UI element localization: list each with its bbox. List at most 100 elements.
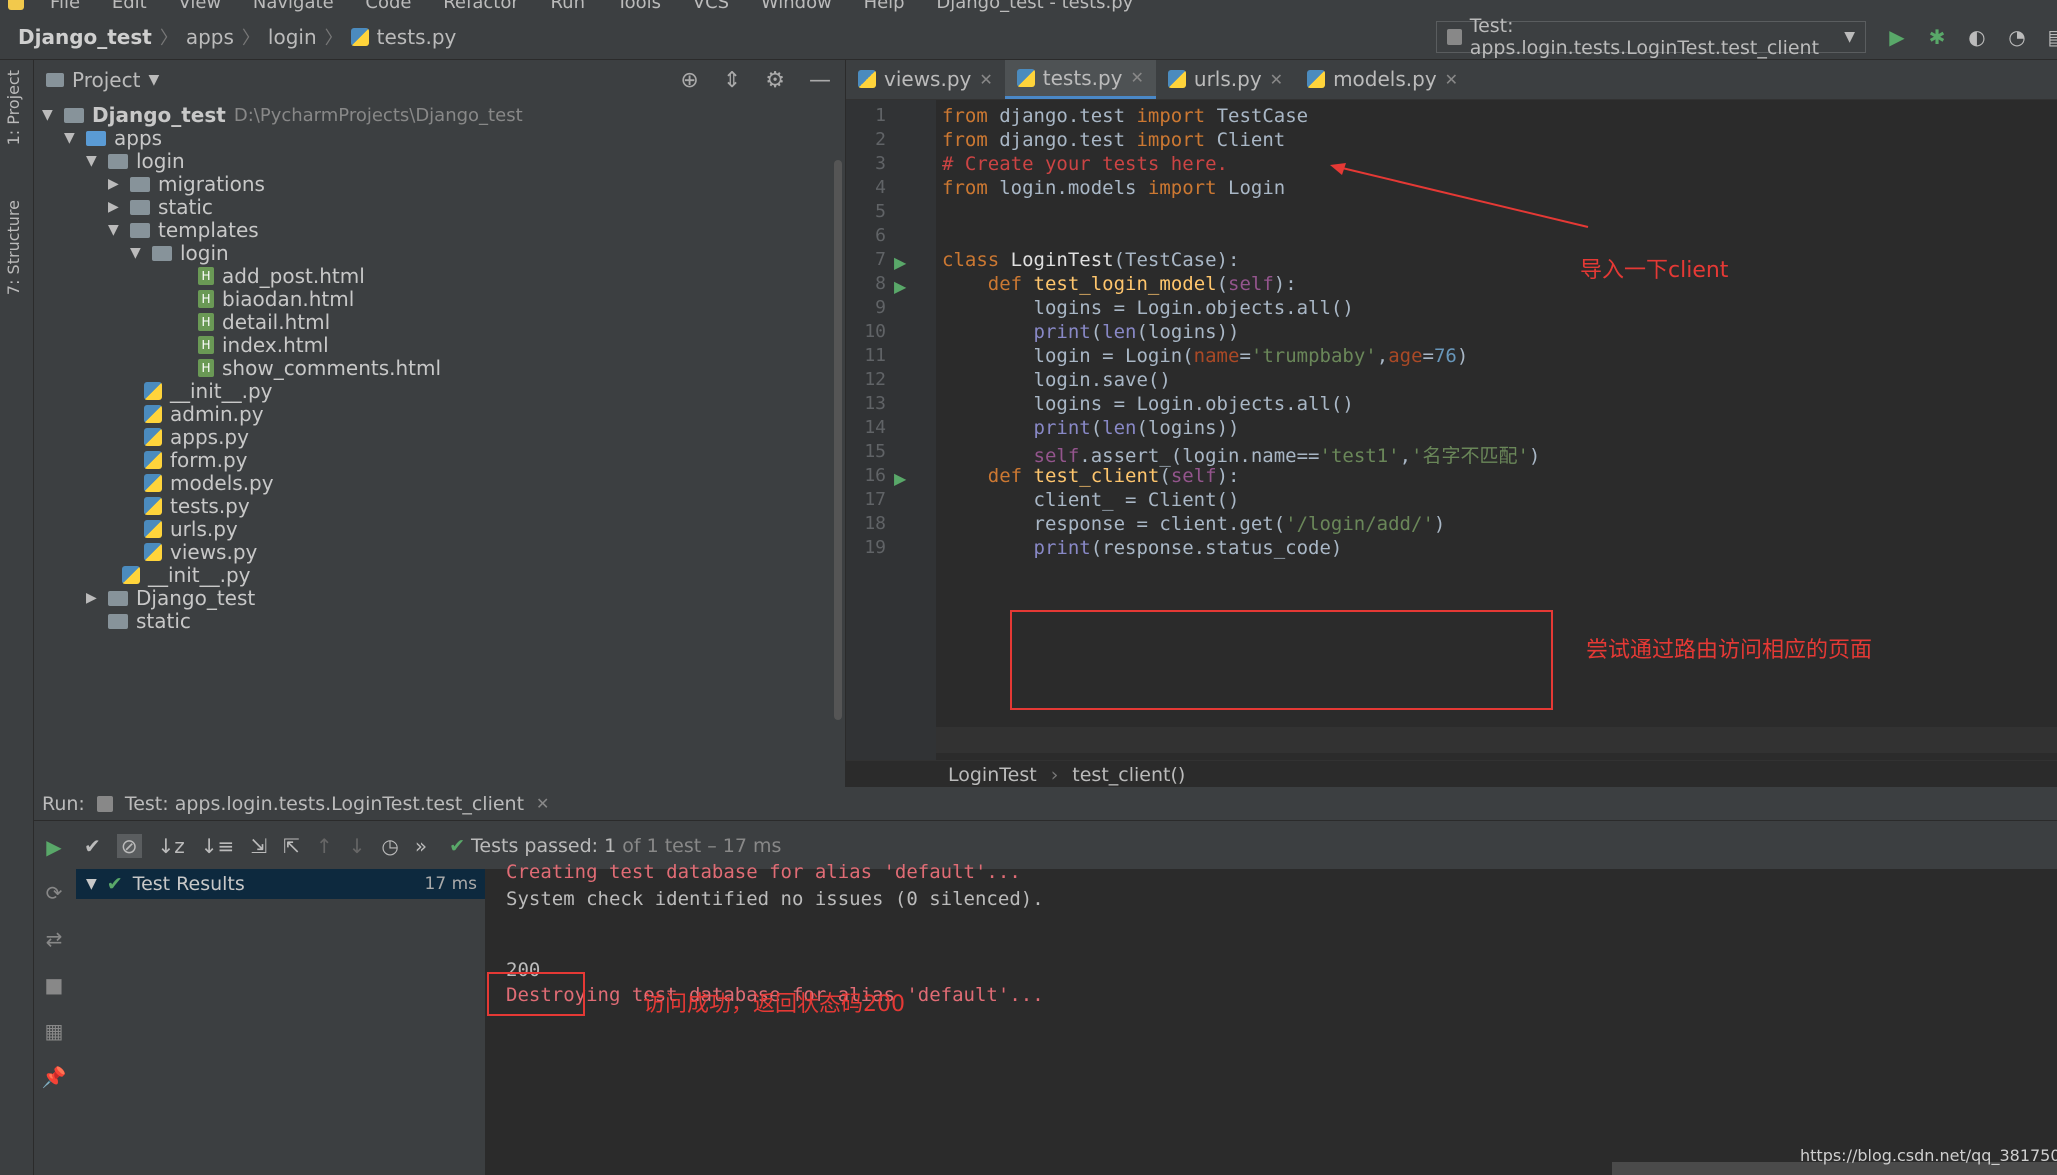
collapse-all-icon[interactable]: ⇱ — [283, 834, 300, 858]
collapse-all-icon[interactable]: ⇕ — [723, 68, 741, 93]
breadcrumb-method[interactable]: test_client() — [1072, 764, 1185, 786]
line-number: 3 — [875, 153, 886, 174]
menu-window[interactable]: Window — [761, 0, 832, 13]
expand-arrow-icon[interactable]: ▼ — [42, 107, 56, 123]
menu-edit[interactable]: Edit — [112, 0, 147, 13]
sort-alpha-icon[interactable]: ↓z — [158, 834, 185, 858]
breadcrumb-apps[interactable]: apps — [186, 25, 234, 49]
breadcrumb-class[interactable]: LoginTest — [948, 764, 1037, 786]
tab-urls-py[interactable]: urls.py ✕ — [1156, 60, 1295, 99]
hide-icon[interactable]: — — [809, 68, 831, 93]
stop-icon[interactable]: ■ — [45, 973, 64, 997]
rerun-failed-icon[interactable]: ⟳ — [46, 881, 63, 905]
run-gutter-icon[interactable]: ▶ — [894, 253, 906, 272]
console-output[interactable]: Creating test database for alias 'defaul… — [486, 861, 2057, 1175]
menu-run[interactable]: Run — [550, 0, 585, 13]
gear-icon[interactable]: ⚙ — [765, 68, 785, 93]
run-gutter-icon[interactable]: ▶ — [894, 469, 906, 488]
tab-project[interactable]: 1: Project — [4, 70, 23, 145]
tree-item-root-static[interactable]: static — [108, 606, 191, 636]
expand-arrow-icon[interactable]: ▼ — [86, 153, 100, 169]
test-results-row[interactable]: ▼ ✔ Test Results 17 ms — [76, 869, 485, 899]
breadcrumb-file[interactable]: tests.py — [377, 25, 457, 49]
coverage-icon[interactable]: ◐ — [1964, 24, 1990, 50]
toggle-auto-test-icon[interactable]: ⇄ — [46, 927, 63, 951]
breadcrumb-login[interactable]: login — [268, 25, 317, 49]
code-line[interactable]: def test_login_model(self): — [942, 273, 1297, 295]
code-line[interactable]: def test_client(self): — [942, 465, 1240, 487]
menu-code[interactable]: Code — [365, 0, 411, 13]
menu-file[interactable]: File — [50, 0, 80, 13]
project-scrollbar[interactable] — [834, 160, 842, 720]
expand-arrow-icon[interactable]: ▼ — [130, 245, 144, 261]
code-line[interactable]: # Create your tests here. — [942, 153, 1228, 175]
tab-views-py[interactable]: views.py ✕ — [846, 60, 1005, 99]
code-line[interactable]: self.assert_(login.name=='test1','名字不匹配'… — [942, 441, 1541, 468]
show-passed-icon[interactable]: ✔ — [84, 834, 101, 858]
test-toolbar: ✔ ⊘ ↓z ↓≡ ⇲ ⇱ ↑ ↓ ◷ » ✔ Tests passed: 1 … — [84, 829, 781, 863]
menu-vcs[interactable]: VCS — [693, 0, 729, 13]
code-line[interactable]: print(len(logins)) — [942, 321, 1240, 343]
expand-arrow-icon[interactable]: ▼ — [86, 876, 97, 892]
sort-duration-icon[interactable]: ↓≡ — [201, 834, 235, 858]
run-icon[interactable]: ▶ — [1884, 24, 1910, 50]
code-line[interactable]: print(response.status_code) — [942, 537, 1343, 559]
pin-icon[interactable]: 📌 — [42, 1065, 67, 1089]
line-number: 7 — [875, 249, 886, 270]
code-line[interactable]: logins = Login.objects.all() — [942, 297, 1354, 319]
tab-tests-py[interactable]: tests.py ✕ — [1004, 60, 1156, 99]
layout-icon[interactable]: ▦ — [45, 1019, 64, 1043]
code-line[interactable]: logins = Login.objects.all() — [942, 393, 1354, 415]
collapse-arrow-icon[interactable]: ▶ — [86, 590, 100, 606]
left-tool-stripe: 1: Project 7: Structure — [0, 60, 34, 1175]
code-line[interactable]: response = client.get('/login/add/') — [942, 513, 1446, 535]
arrow-down-icon[interactable]: ↓ — [349, 834, 366, 858]
code-line[interactable]: login = Login(name='trumpbaby',age=76) — [942, 345, 1469, 367]
code-line[interactable]: client_ = Client() — [942, 489, 1240, 511]
run-tab-label[interactable]: Test: apps.login.tests.LoginTest.test_cl… — [125, 793, 524, 815]
collapse-arrow-icon[interactable]: ▶ — [108, 199, 122, 215]
arrow-up-icon[interactable]: ↑ — [316, 834, 333, 858]
debug-icon[interactable]: ✱ — [1924, 24, 1950, 50]
chevron-down-icon[interactable]: ▼ — [148, 72, 159, 88]
code-line[interactable]: from django.test import Client — [942, 129, 1285, 151]
code-line[interactable]: from django.test import TestCase — [942, 105, 1308, 127]
more-icon[interactable]: ▤ — [2044, 24, 2057, 50]
folder-icon — [130, 176, 150, 192]
menu-tools[interactable]: Tools — [617, 0, 661, 13]
status-count: 1 — [604, 835, 617, 857]
menu-navigate[interactable]: Navigate — [253, 0, 334, 13]
profile-icon[interactable]: ◔ — [2004, 24, 2030, 50]
breadcrumb-project[interactable]: Django_test — [18, 25, 152, 49]
expand-arrow-icon[interactable]: ▼ — [64, 130, 78, 146]
run-gutter-icon[interactable]: ▶ — [894, 277, 906, 296]
code-line[interactable]: class LoginTest(TestCase): — [942, 249, 1239, 271]
close-icon[interactable]: ✕ — [1270, 70, 1283, 89]
run-configuration-label: Test: apps.login.tests.LoginTest.test_cl… — [1469, 15, 1820, 59]
tab-structure[interactable]: 7: Structure — [4, 200, 23, 295]
menu-items[interactable]: File Edit View Navigate Code Refactor Ru… — [50, 0, 1159, 13]
close-icon[interactable]: ✕ — [1131, 68, 1144, 87]
more-icon[interactable]: » — [415, 834, 427, 858]
close-icon[interactable]: ✕ — [979, 70, 992, 89]
menu-help[interactable]: Help — [864, 0, 905, 13]
run-configuration-select[interactable]: Test: apps.login.tests.LoginTest.test_cl… — [1436, 15, 1866, 59]
expand-all-icon[interactable]: ⇲ — [250, 834, 267, 858]
project-panel-title[interactable]: Project — [72, 68, 140, 92]
folder-icon — [152, 245, 172, 261]
expand-arrow-icon[interactable]: ▼ — [108, 222, 122, 238]
code-line[interactable]: from login.models import Login — [942, 177, 1285, 199]
show-ignored-icon[interactable]: ⊘ — [116, 834, 142, 858]
rerun-icon[interactable]: ▶ — [46, 835, 61, 859]
code-line[interactable]: login.save() — [942, 369, 1171, 391]
menu-refactor[interactable]: Refactor — [443, 0, 519, 13]
close-icon[interactable]: ✕ — [536, 794, 549, 813]
history-icon[interactable]: ◷ — [381, 834, 398, 858]
tab-models-py[interactable]: models.py ✕ — [1295, 60, 1470, 99]
check-icon: ✔ — [106, 873, 123, 895]
menu-view[interactable]: View — [178, 0, 221, 13]
close-icon[interactable]: ✕ — [1445, 70, 1458, 89]
locate-icon[interactable]: ⊕ — [680, 68, 698, 93]
collapse-arrow-icon[interactable]: ▶ — [108, 176, 122, 192]
code-line[interactable]: print(len(logins)) — [942, 417, 1240, 439]
